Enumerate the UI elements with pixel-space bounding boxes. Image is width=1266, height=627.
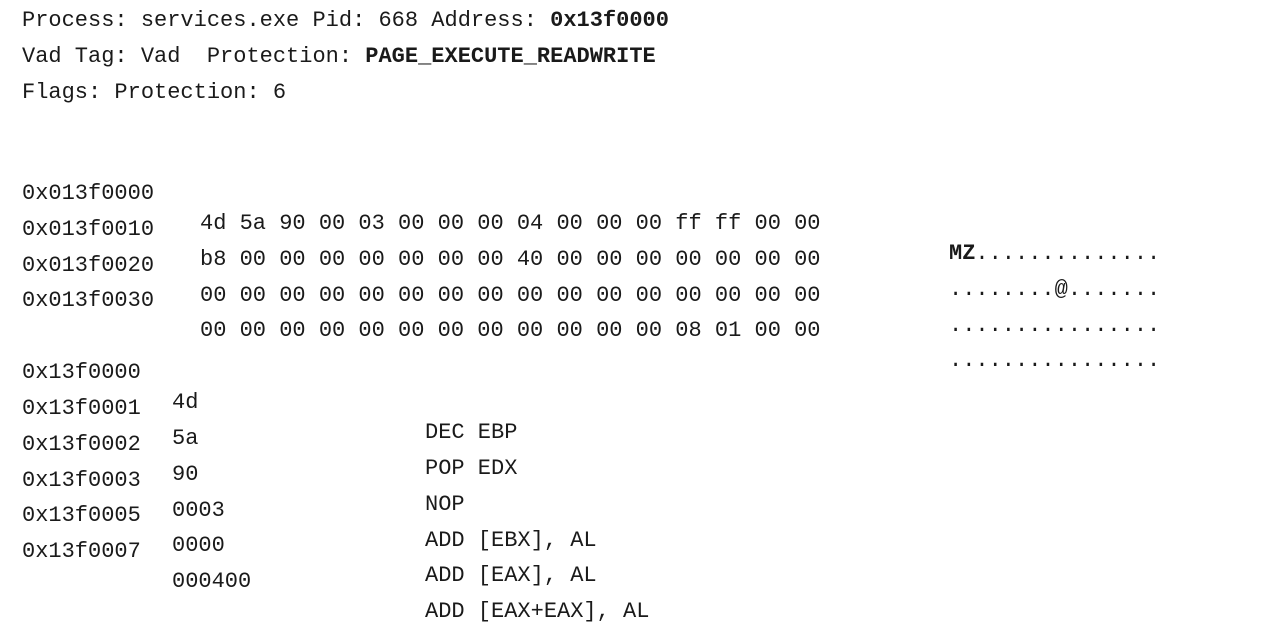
hexdump-bytes: 00 00 00 00 00 00 00 00 00 00 00 00 00 0… — [200, 283, 821, 308]
header-flags-line: Flags: Protection: 6 — [22, 78, 286, 108]
header-vad-line: Vad Tag: Vad Protection: PAGE_EXECUTE_RE… — [22, 42, 656, 72]
hexdump-ascii: ................ — [949, 348, 1161, 373]
disassembly-row: 0x13f0007 000400 ADD [EAX+EAX], AL — [22, 507, 649, 624]
pid-label: Pid: — [299, 8, 379, 33]
volatility-malfind-output: { "header": { "line1": { "process_label"… — [0, 0, 1266, 624]
protection-label: Protection: — [180, 44, 366, 69]
disassembly-row: 0x13f0000 4d DEC EBP — [22, 328, 517, 445]
disasm-instruction: NOP — [425, 492, 465, 517]
disasm-instruction: DEC EBP — [425, 420, 518, 445]
hexdump-bytes: 00 00 00 00 00 00 00 00 00 00 00 00 08 0… — [200, 318, 821, 343]
disasm-opcode: 90 — [172, 462, 199, 487]
hexdump-ascii: ........@....... — [949, 277, 1161, 302]
disasm-opcode: 5a — [172, 426, 199, 451]
disasm-opcode: 0003 — [172, 498, 225, 523]
disasm-instruction: ADD [EAX], AL — [425, 563, 597, 588]
disasm-instruction: POP EDX — [425, 456, 518, 481]
flags-label: Flags: — [22, 80, 115, 105]
hexdump-row: 0x013f0020 00 00 00 00 00 00 00 00 00 00… — [22, 221, 1160, 338]
address-value: 0x13f0000 — [550, 8, 669, 33]
disassembly-row: 0x13f0003 0003 ADD [EBX], AL — [22, 436, 597, 553]
protection-value: PAGE_EXECUTE_READWRITE — [365, 44, 656, 69]
vad-tag-value: Vad — [140, 44, 181, 69]
disasm-opcode: 000400 — [172, 569, 252, 594]
process-label: Process: — [22, 8, 141, 33]
disassembly-row: 0x13f0001 5a POP EDX — [22, 364, 517, 481]
disassembly-row: 0x13f0002 90 NOP — [22, 400, 465, 517]
hexdump-ascii: MZ.............. — [949, 241, 1161, 266]
address-label: Address: — [418, 8, 551, 33]
disasm-instruction: ADD [EAX+EAX], AL — [425, 599, 650, 624]
header-process-line: Process: services.exe Pid: 668 Address: … — [22, 6, 669, 36]
hexdump-row: 0x013f0000 4d 5a 90 00 03 00 00 00 04 00… — [22, 149, 1160, 266]
hexdump-row: 0x013f0030 00 00 00 00 00 00 00 00 00 00… — [22, 256, 1160, 373]
disasm-address: 0x13f0007 — [22, 539, 141, 564]
vad-tag-label: Vad Tag: — [22, 44, 141, 69]
disasm-opcode: 4d — [172, 390, 199, 415]
disasm-instruction: ADD [EBX], AL — [425, 528, 597, 553]
process-name: services.exe — [140, 8, 300, 33]
hexdump-address: 0x013f0030 — [22, 288, 155, 313]
hexdump-bytes: b8 00 00 00 00 00 00 00 40 00 00 00 00 0… — [200, 247, 821, 272]
hexdump-bytes: 4d 5a 90 00 03 00 00 00 04 00 00 00 ff f… — [200, 211, 821, 236]
disasm-opcode: 0000 — [172, 533, 225, 558]
pid-value: 668 — [378, 8, 419, 33]
mz-signature: MZ — [949, 241, 976, 266]
hexdump-row: 0x013f0010 b8 00 00 00 00 00 00 00 40 00… — [22, 185, 1160, 302]
hexdump-ascii: ................ — [949, 313, 1161, 338]
disassembly-row: 0x13f0005 0000 ADD [EAX], AL — [22, 471, 597, 588]
flags-value: Protection: 6 — [114, 80, 287, 105]
